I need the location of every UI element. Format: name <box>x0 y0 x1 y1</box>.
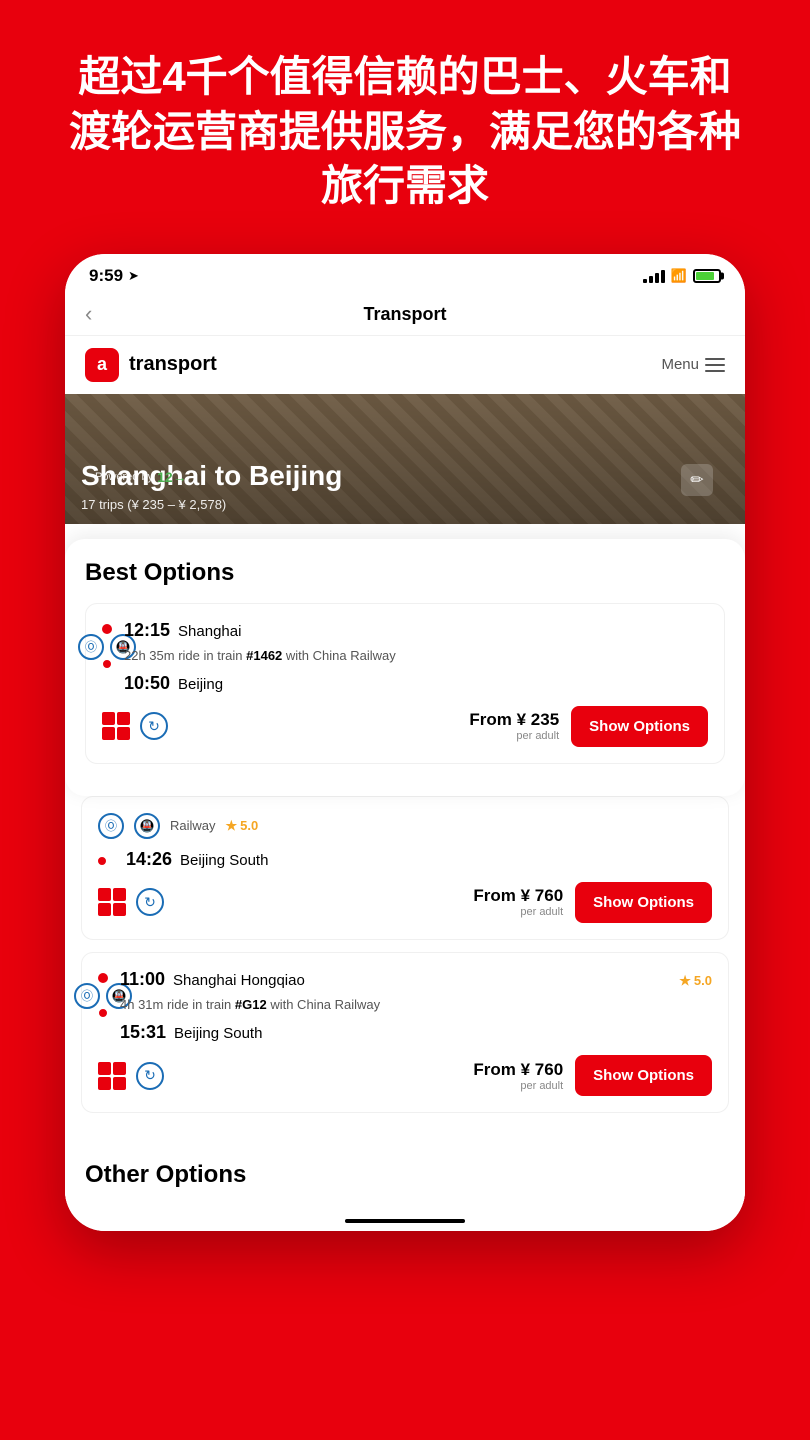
arrive-dot-3 <box>99 1009 107 1017</box>
per-adult-2: per adult <box>473 906 563 918</box>
route-banner: Powered by 12→ Shanghai to Beijing 17 tr… <box>65 394 745 524</box>
depart-info: 12:15 Shanghai <box>124 620 708 641</box>
timeline-col-3: Ⓞ 🚇 <box>98 969 108 1017</box>
phone-mockup: 9:59 ➤ 📶 ‹ Transport a transport Menu <box>65 254 745 1231</box>
footer-icons-2: ↻ <box>98 888 164 916</box>
battery-icon <box>693 269 721 283</box>
footer-icons-3: ↻ <box>98 1062 164 1090</box>
arrive-row-partial: 14:26 Beijing South <box>98 849 712 870</box>
trip-footer-3: ↻ From ¥ 760 per adult Show Options <box>98 1055 712 1096</box>
show-options-button-1[interactable]: Show Options <box>571 706 708 747</box>
route-row-3: Ⓞ 🚇 11:00 Shanghai Hongqiao 4h 31m ride … <box>98 969 712 1047</box>
price-label-1: From ¥ 235 <box>469 710 559 729</box>
back-button[interactable]: ‹ <box>85 301 92 327</box>
edit-icon[interactable]: ✏ <box>681 464 713 496</box>
partial-trip-container: Ⓞ 🚇 Railway ★5.0 14:26 Beijing South <box>65 796 745 1137</box>
home-indicator <box>345 1219 465 1223</box>
arrive-time-3: 15:31 <box>120 1022 166 1043</box>
menu-button[interactable]: Menu <box>661 356 725 373</box>
railway-label-2: Railway <box>170 818 216 833</box>
metro-icon-3: Ⓞ <box>74 983 100 1009</box>
qr-icon-3 <box>98 1062 126 1090</box>
arrive-info-3: 15:31 Beijing South <box>120 1022 712 1043</box>
location-icon: ➤ <box>128 268 139 284</box>
arrive-city: Beijing <box>178 676 223 693</box>
arrive-time: 10:50 <box>124 673 170 694</box>
menu-label: Menu <box>661 356 699 373</box>
train-icon-2: 🚇 <box>134 813 160 839</box>
refresh-icon-3: ↻ <box>136 1062 164 1090</box>
trip-footer-2: ↻ From ¥ 760 per adult Show Options <box>98 882 712 923</box>
route-row-1: Ⓞ 🚇 12:15 Shanghai 22h 35m ride in train… <box>102 620 708 698</box>
logo-text: transport <box>129 353 217 376</box>
trip-card-3: Ⓞ 🚇 11:00 Shanghai Hongqiao 4h 31m ride … <box>81 952 729 1113</box>
per-adult-1: per adult <box>469 730 559 742</box>
depart-info-3: 11:00 Shanghai Hongqiao <box>120 969 712 990</box>
arrive-info: 10:50 Beijing <box>124 673 708 694</box>
depart-time: 12:15 <box>124 620 170 641</box>
best-options-title: Best Options <box>85 559 725 587</box>
trip-description-3: 4h 31m ride in train #G12 with China Rai… <box>120 996 712 1014</box>
price-label-2: From ¥ 760 <box>473 886 563 905</box>
footer-icons: ↻ <box>102 712 168 740</box>
route-details-3: 11:00 Shanghai Hongqiao 4h 31m ride in t… <box>120 969 712 1047</box>
price-section-3: From ¥ 760 per adult <box>473 1060 563 1092</box>
other-options-title: Other Options <box>65 1145 745 1201</box>
status-icons: 📶 <box>643 268 721 284</box>
price-label-3: From ¥ 760 <box>473 1060 563 1079</box>
arrive-dot-2 <box>98 857 106 865</box>
show-options-button-3[interactable]: Show Options <box>575 1055 712 1096</box>
price-section-1: From ¥ 235 per adult <box>469 710 559 742</box>
star-badge-2: ★5.0 <box>226 818 259 834</box>
depart-time-3: 11:00 <box>120 969 165 990</box>
trip-footer-1: ↻ From ¥ 235 per adult Show Options <box>102 706 708 747</box>
qr-icon <box>102 712 130 740</box>
nav-bar: ‹ Transport <box>65 294 745 336</box>
app-header: a transport Menu <box>65 336 745 394</box>
metro-icon: Ⓞ <box>78 634 104 660</box>
depart-city: Shanghai <box>178 623 241 640</box>
refresh-icon: ↻ <box>140 712 168 740</box>
hero-text: 超过4千个值得信赖的巴士、火车和渡轮运营商提供服务，满足您的各种旅行需求 <box>0 0 810 254</box>
show-options-button-2[interactable]: Show Options <box>575 882 712 923</box>
hamburger-icon <box>705 358 725 372</box>
depart-city-3: Shanghai Hongqiao <box>173 972 305 989</box>
route-details-1: 12:15 Shanghai 22h 35m ride in train #14… <box>124 620 708 698</box>
wifi-icon: 📶 <box>671 268 687 284</box>
per-adult-3: per adult <box>473 1080 563 1092</box>
nav-title: Transport <box>363 304 446 325</box>
qr-icon-2 <box>98 888 126 916</box>
arrive-time-2: 14:26 <box>126 849 172 870</box>
arrive-city-3: Beijing South <box>174 1025 262 1042</box>
signal-icon <box>643 269 665 283</box>
price-section-2: From ¥ 760 per adult <box>473 886 563 918</box>
route-subtitle: 17 trips (¥ 235 – ¥ 2,578) <box>81 497 729 512</box>
app-logo: a transport <box>85 348 217 382</box>
trip-description-1: 22h 35m ride in train #1462 with China R… <box>124 647 708 665</box>
logo-icon: a <box>85 348 119 382</box>
status-bar: 9:59 ➤ 📶 <box>65 254 745 294</box>
other-options-section: Other Options <box>65 1137 745 1201</box>
powered-by: Powered by 12→ <box>95 469 187 485</box>
trip-card-2: Ⓞ 🚇 Railway ★5.0 14:26 Beijing South <box>81 796 729 940</box>
powered-logo: 12→ <box>157 469 187 485</box>
arrive-dot <box>103 660 111 668</box>
status-time: 9:59 <box>89 266 123 286</box>
star-badge-3: ★5.0 <box>679 973 712 989</box>
arrive-city-2: Beijing South <box>180 852 268 869</box>
best-options-section: Best Options Ⓞ 🚇 12:15 Shangh <box>65 539 745 796</box>
depart-dot <box>102 624 112 634</box>
timeline-col-1: Ⓞ 🚇 <box>102 620 112 668</box>
bottom-bar <box>65 1201 745 1231</box>
depart-dot-3 <box>98 973 108 983</box>
trip-card-1: Ⓞ 🚇 12:15 Shanghai 22h 35m ride in train… <box>85 603 725 764</box>
metro-icon-2: Ⓞ <box>98 813 124 839</box>
refresh-icon-2: ↻ <box>136 888 164 916</box>
